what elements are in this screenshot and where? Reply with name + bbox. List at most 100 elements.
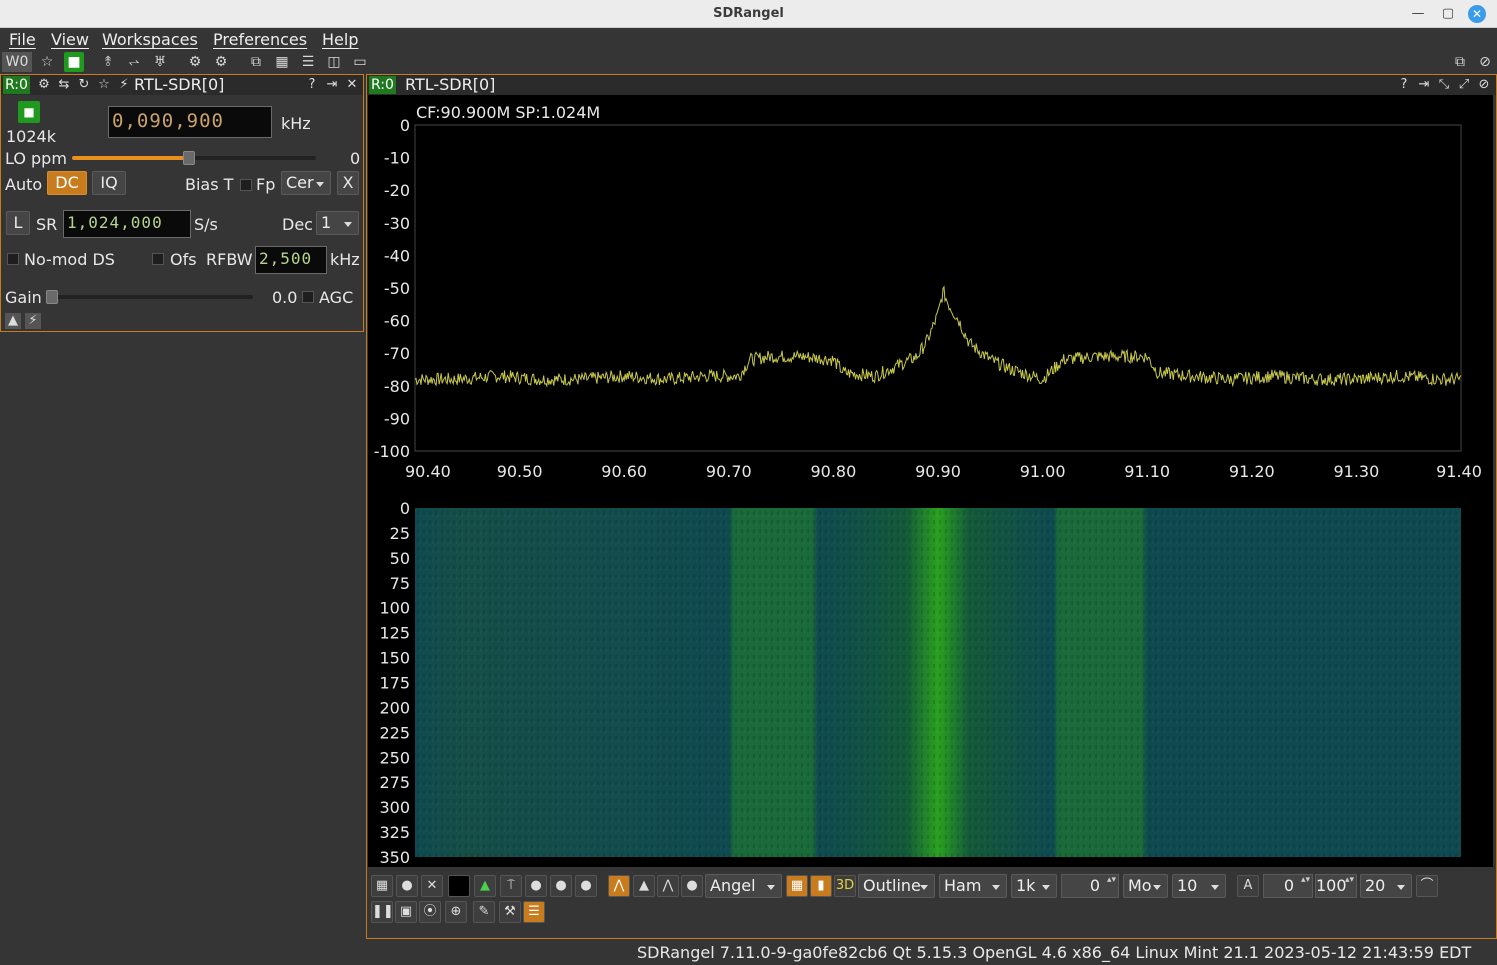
close-panel-icon[interactable]: ✕ bbox=[344, 77, 360, 93]
preset-star-icon[interactable]: ☆ bbox=[96, 77, 112, 93]
add-channel-icon[interactable]: ⚡ bbox=[116, 77, 132, 93]
x-tick-label: 91.20 bbox=[1229, 462, 1275, 481]
channels-icon[interactable]: ⚡ bbox=[25, 313, 41, 329]
agc-checkbox[interactable] bbox=[302, 291, 314, 303]
fp-position-select[interactable]: Cer bbox=[281, 171, 331, 195]
load-feature-icon[interactable]: ⚙ bbox=[211, 52, 231, 72]
start-icon[interactable]: ■ bbox=[64, 52, 84, 72]
minimize-icon[interactable]: — bbox=[1409, 5, 1427, 23]
gain-value: 0.0 bbox=[272, 288, 298, 307]
tile-icon[interactable]: ▦ bbox=[272, 52, 292, 72]
histogram-intensity-icon[interactable]: ● bbox=[681, 875, 703, 897]
add-tx-device-icon[interactable]: ⥋ bbox=[124, 52, 144, 72]
expand-icon[interactable]: ⤢ bbox=[1456, 77, 1472, 93]
menu-workspaces[interactable]: Workspaces bbox=[102, 30, 198, 49]
auto-scale-button[interactable]: A bbox=[1237, 875, 1259, 897]
gain-slider-handle[interactable] bbox=[46, 290, 58, 304]
close-icon[interactable]: ✕ bbox=[1468, 5, 1486, 23]
decay-icon[interactable]: ● bbox=[550, 875, 572, 897]
menu-file[interactable]: File bbox=[9, 30, 36, 49]
add-rx-device-icon[interactable]: ⥉ bbox=[98, 52, 118, 72]
rfbw-dial[interactable]: 2,500 bbox=[255, 246, 327, 274]
bias-t-checkbox[interactable] bbox=[240, 179, 252, 191]
fullscreen-icon[interactable]: ▭ bbox=[350, 52, 370, 72]
pause-icon[interactable]: ❚❚ bbox=[371, 901, 394, 923]
spectrum-display[interactable]: CF:90.900M SP:1.024M 0 -10 -20 -30 -40 -… bbox=[368, 95, 1493, 867]
annotations-icon[interactable]: ☰ bbox=[523, 901, 545, 923]
menu-help[interactable]: Help bbox=[322, 30, 358, 49]
markers-icon[interactable]: ⚒ bbox=[499, 901, 521, 923]
star-icon[interactable]: ☆ bbox=[37, 52, 57, 72]
stack-columns-icon[interactable]: ◫ bbox=[324, 52, 344, 72]
rate-select[interactable]: 10 bbox=[1172, 874, 1226, 898]
max-hold-icon[interactable]: ⋀ bbox=[608, 875, 630, 897]
stack-icon[interactable]: ☰ bbox=[298, 52, 318, 72]
lo-ppm-slider[interactable] bbox=[72, 151, 316, 165]
spectrum-help-icon[interactable]: ? bbox=[1396, 77, 1412, 93]
window-select[interactable]: Ham bbox=[939, 874, 1007, 898]
shrink-icon[interactable]: ⤡ bbox=[1436, 77, 1452, 93]
waterfall-tick-label: 275 bbox=[379, 773, 410, 792]
nomod-checkbox[interactable] bbox=[7, 253, 19, 265]
maximize-icon[interactable]: ▢ bbox=[1439, 5, 1457, 23]
log-lin-icon[interactable]: ⌒ bbox=[1416, 875, 1438, 897]
gain-slider[interactable] bbox=[46, 290, 253, 304]
spectrum-panel-header: R:0 RTL-SDR[0] ? ⇥ ⤡ ⤢ ⊘ bbox=[367, 75, 1496, 95]
current-icon[interactable]: ▲ bbox=[633, 875, 655, 897]
waterfall-view-icon[interactable]: ▮ bbox=[810, 875, 832, 897]
undock-panel-icon[interactable]: ⇥ bbox=[324, 77, 340, 93]
fill-icon[interactable]: ▲ bbox=[474, 875, 496, 897]
cascade-icon[interactable]: ⧉ bbox=[246, 52, 266, 72]
help-icon[interactable]: ? bbox=[304, 77, 320, 93]
averaging-spin[interactable]: 0 bbox=[1061, 874, 1119, 898]
swap-icon[interactable]: ⇆ bbox=[56, 77, 72, 93]
decimation-select[interactable]: 1 bbox=[316, 211, 359, 235]
save-icon[interactable]: ▣ bbox=[395, 901, 417, 923]
undock-icon[interactable]: ⧉ bbox=[1450, 52, 1470, 72]
color-icon[interactable] bbox=[448, 875, 470, 897]
histogram-icon[interactable]: ⋀ bbox=[657, 875, 679, 897]
3d-view-icon[interactable]: 3D bbox=[834, 875, 856, 897]
reload-icon[interactable]: ↻ bbox=[76, 77, 92, 93]
spectrum-view-icon[interactable]: ▦ bbox=[786, 875, 808, 897]
fft-size-select[interactable]: 1k bbox=[1011, 874, 1057, 898]
waterfall-tick-label: 225 bbox=[379, 723, 410, 742]
gradient-icon[interactable]: ⍑ bbox=[500, 875, 522, 897]
stroke-icon[interactable]: ● bbox=[575, 875, 597, 897]
add-feature-icon[interactable]: ⚙ bbox=[185, 52, 205, 72]
clear-icon[interactable]: ✕ bbox=[421, 875, 443, 897]
sample-rate-dial[interactable]: 1,024,000 bbox=[63, 210, 191, 238]
add-mimo-device-icon[interactable]: ♅ bbox=[150, 52, 170, 72]
collapse-icon[interactable]: ▲ bbox=[5, 313, 21, 329]
ofs-checkbox[interactable] bbox=[152, 253, 164, 265]
y-tick-label: -50 bbox=[384, 279, 410, 298]
grid-icon[interactable]: ▦ bbox=[371, 875, 393, 897]
spectrum-undock-icon[interactable]: ⇥ bbox=[1416, 77, 1432, 93]
hide-icon[interactable]: ⊘ bbox=[1475, 52, 1495, 72]
trace-intensity-icon[interactable]: ● bbox=[525, 875, 547, 897]
workspace-label[interactable]: W0 bbox=[2, 52, 32, 72]
spectrum-hide-icon[interactable]: ⊘ bbox=[1476, 77, 1492, 93]
ruler-icon[interactable]: ✎ bbox=[473, 901, 495, 923]
menu-view[interactable]: View bbox=[51, 30, 89, 49]
x-button[interactable]: X bbox=[337, 171, 359, 195]
menu-preferences[interactable]: Preferences bbox=[213, 30, 307, 49]
fps-select[interactable]: 20 bbox=[1360, 874, 1412, 898]
frequency-unit: kHz bbox=[281, 114, 311, 133]
crosshair-icon[interactable]: ⊕ bbox=[445, 901, 467, 923]
l-button[interactable]: L bbox=[6, 211, 30, 235]
averaging-mode-select[interactable]: Mo bbox=[1123, 874, 1168, 898]
ofs-label: Ofs bbox=[170, 250, 197, 269]
palette-select[interactable]: Angel bbox=[705, 874, 782, 898]
style-select[interactable]: Outline bbox=[858, 874, 935, 898]
broadcast-icon[interactable]: ⦿ bbox=[419, 901, 441, 923]
iq-button[interactable]: IQ bbox=[92, 171, 126, 195]
center-frequency-dial[interactable]: 0,090,900 bbox=[108, 106, 272, 138]
grid-intensity-icon[interactable]: ● bbox=[396, 875, 418, 897]
lo-ppm-slider-handle[interactable] bbox=[183, 151, 196, 165]
dc-button[interactable]: DC bbox=[47, 171, 87, 195]
reference-level-spin[interactable]: 0 bbox=[1263, 874, 1313, 898]
start-stop-button[interactable]: ■ bbox=[18, 101, 40, 123]
settings-icon[interactable]: ⚙ bbox=[36, 77, 52, 93]
range-spin[interactable]: 100 bbox=[1315, 874, 1357, 898]
